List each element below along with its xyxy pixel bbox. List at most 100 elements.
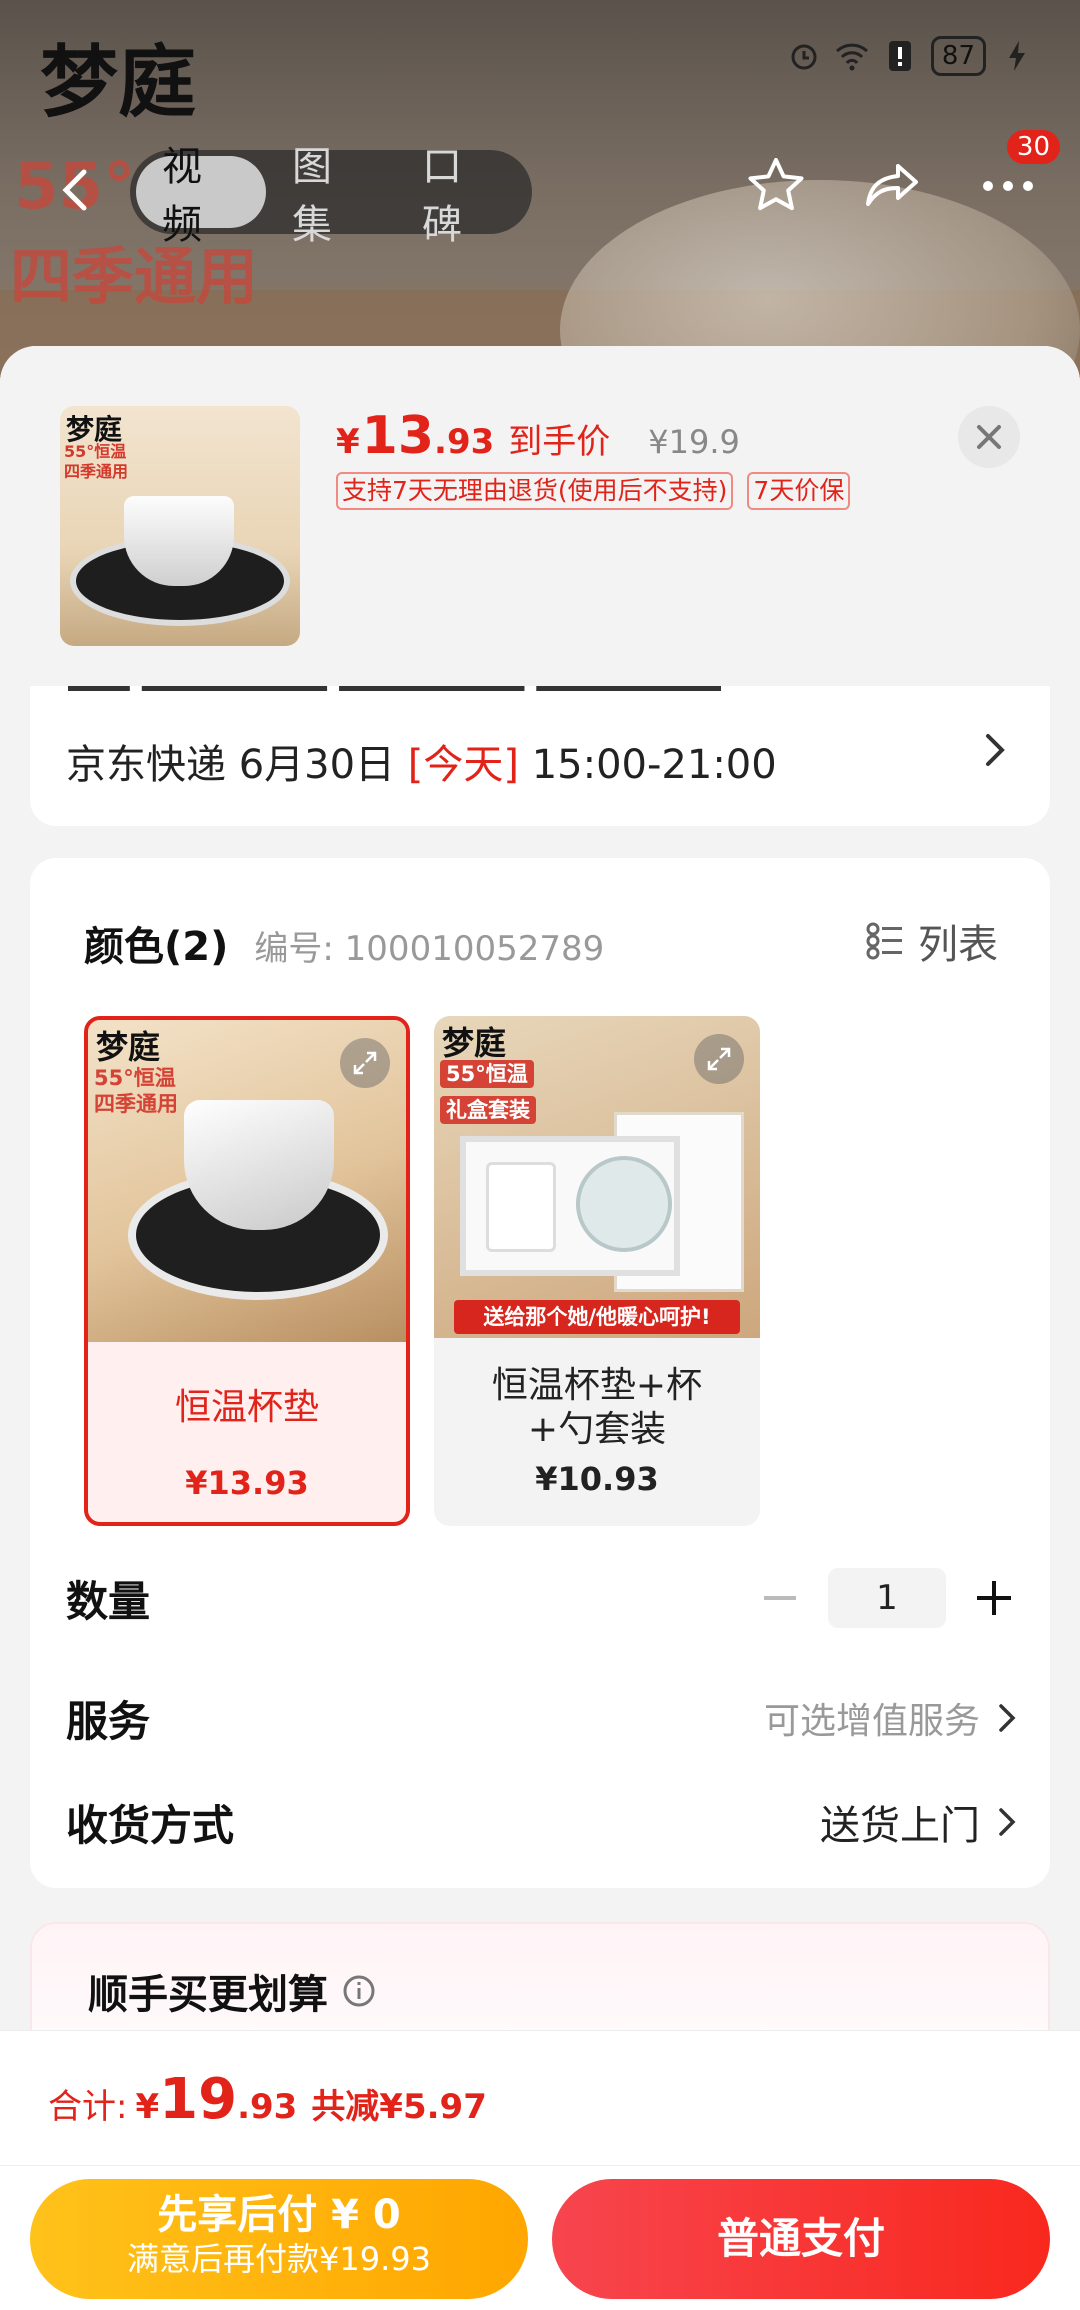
minus-icon (764, 1596, 796, 1600)
expand-icon (353, 1051, 377, 1075)
thumbnail-tag: 55°恒温 四季通用 (64, 442, 128, 482)
quantity-stepper: 1 (758, 1568, 1016, 1628)
product-code: 编号: 100010052789 (254, 929, 605, 969)
shipping-label: 收货方式 (66, 1800, 235, 1850)
option-tag: 55°恒温 (440, 1060, 534, 1088)
price-decimal: .93 (434, 422, 495, 462)
service-value-text: 可选增值服务 (763, 1701, 980, 1742)
back-arrow-icon (62, 169, 87, 211)
option-card[interactable]: 梦庭 55°恒温 礼盒套装 送给那个她/他暖心呵护! 恒温杯垫+杯+勺套装 ¥1… (434, 1016, 760, 1526)
thumbnail-tag-line1: 55°恒温 (64, 442, 127, 461)
option-price: ¥10.93 (535, 1460, 659, 1498)
alarm-icon (787, 39, 821, 73)
increase-button[interactable] (972, 1576, 1016, 1620)
quantity-row: 数量 1 (66, 1558, 1016, 1638)
media-tabs: 视频 图集 口碑 (130, 144, 532, 248)
thumbnail-cup (124, 496, 234, 586)
option-name: 恒温杯垫+杯+勺套装 (491, 1365, 703, 1450)
service-row[interactable]: 服务 可选增值服务 (66, 1678, 1016, 1758)
bundle-title: 顺手买更划算 (88, 1962, 376, 2020)
service-value: 可选增值服务 (764, 1692, 1016, 1744)
delivery-info: 京东快递 6月30日 [今天] 15:00-21:00 (66, 732, 777, 790)
option-image: 梦庭 55°恒温 礼盒套装 送给那个她/他暖心呵护! (434, 1016, 760, 1338)
battery-level: 87 (930, 36, 986, 76)
shipping-value-text: 送货上门 (820, 1803, 980, 1849)
option-ribbon: 送给那个她/他暖心呵护! (454, 1300, 740, 1334)
expand-icon (707, 1047, 731, 1071)
decrease-button[interactable] (758, 1576, 802, 1620)
option-mug (486, 1162, 556, 1252)
chevron-right-icon (999, 1808, 1016, 1836)
option-gift-box (460, 1136, 680, 1276)
price-integer: 13 (361, 406, 435, 466)
total-discount: 共减¥5.97 (311, 2087, 487, 2127)
thumbnail-tag-line2: 四季通用 (64, 462, 129, 481)
spec-card: 颜色(2) 编号: 100010052789 列表 梦庭 55°恒温 四季通用 (30, 858, 1050, 1888)
sim-alert-icon (883, 39, 917, 73)
total-currency: ¥ (135, 2087, 160, 2127)
quantity-value[interactable]: 1 (828, 1568, 946, 1628)
delivery-today: [今天] (407, 742, 519, 788)
top-navigation: 视频 图集 口碑 30 (0, 130, 1080, 248)
checkout-footer: 合计: ¥ 19 .93 共减¥5.97 先享后付 ¥ 0 满意后再付款¥19.… (0, 2030, 1080, 2310)
more-button[interactable]: 30 (976, 130, 1060, 218)
list-icon (866, 922, 902, 960)
price-currency: ¥ (336, 422, 360, 462)
total-decimal: .93 (237, 2087, 298, 2127)
final-price-label: 到手价 (508, 422, 611, 462)
shipping-value: 送货上门 (820, 1793, 1016, 1851)
shipping-row[interactable]: 收货方式 送货上门 (66, 1782, 1016, 1862)
chevron-right-icon (986, 734, 1005, 766)
close-button[interactable] (958, 406, 1020, 468)
return-policy-tag: 支持7天无理由退货(使用后不支持) (336, 472, 734, 510)
top-actions: 30 (744, 130, 1060, 218)
list-view-button[interactable]: 列表 (866, 912, 998, 970)
pay-later-title: 先享后付 ¥ 0 (157, 2192, 401, 2238)
favorite-button[interactable] (744, 154, 808, 218)
close-icon (977, 425, 1001, 449)
price-protection-tag: 7天价保 (747, 472, 851, 510)
option-tag: 55°恒温 (94, 1066, 176, 1090)
tab-gallery[interactable]: 图集 (266, 144, 396, 248)
expand-button[interactable] (694, 1034, 744, 1084)
option-tag-2: 礼盒套装 (440, 1096, 536, 1124)
wifi-icon (835, 39, 869, 73)
share-icon (866, 164, 918, 206)
info-icon[interactable] (342, 1974, 376, 2008)
share-button[interactable] (860, 154, 924, 218)
bundle-title-text: 顺手买更划算 (88, 1972, 328, 2018)
option-image: 梦庭 55°恒温 四季通用 (88, 1020, 406, 1342)
pay-later-button[interactable]: 先享后付 ¥ 0 满意后再付款¥19.93 (30, 2179, 528, 2299)
normal-pay-button[interactable]: 普通支付 (552, 2179, 1050, 2299)
chevron-right-icon (999, 1704, 1016, 1732)
service-label: 服务 (66, 1696, 151, 1746)
color-title: 颜色(2) (84, 924, 229, 970)
status-bar: 87 (787, 36, 1034, 76)
option-card-selected[interactable]: 梦庭 55°恒温 四季通用 恒温杯垫 ¥13.93 (84, 1016, 410, 1526)
delivery-window: 15:00-21:00 (531, 742, 777, 788)
footer-divider (0, 2165, 1080, 2166)
charging-icon (1000, 39, 1034, 73)
option-name: 恒温杯垫 (174, 1387, 319, 1428)
tab-reviews[interactable]: 口碑 (396, 144, 526, 248)
original-price: ¥19.9 (648, 423, 740, 461)
notification-badge: 30 (1006, 130, 1060, 164)
background-brand-logo: 梦庭 (40, 37, 197, 128)
expand-button[interactable] (340, 1038, 390, 1088)
tab-video[interactable]: 视频 (136, 144, 266, 248)
quantity-label: 数量 (66, 1576, 151, 1626)
product-thumbnail[interactable]: 梦庭 55°恒温 四季通用 (60, 406, 300, 646)
spec-header: 颜色(2) 编号: 100010052789 (84, 914, 604, 972)
price-row: ¥ 13 .93 到手价 ¥19.9 (336, 406, 740, 466)
pay-later-subtitle: 满意后再付款¥19.93 (127, 2240, 431, 2278)
option-tag-2: 四季通用 (94, 1092, 178, 1116)
option-cup (184, 1100, 334, 1230)
order-total: 合计: ¥ 19 .93 共减¥5.97 (48, 2067, 487, 2132)
total-integer: 19 (159, 2067, 238, 2132)
delivery-card[interactable]: ▇▇ ▇▇▇▇▇▇ ▇▇▇▇▇▇ ▇▇▇▇▇▇ 京东快递 6月30日 [今天] … (30, 668, 1050, 826)
back-button[interactable] (50, 162, 106, 218)
option-brand: 梦庭 (442, 1024, 507, 1062)
option-warmer-pad (576, 1156, 672, 1252)
service-tags: 支持7天无理由退货(使用后不支持) 7天价保 (336, 472, 851, 510)
star-icon (748, 158, 804, 211)
